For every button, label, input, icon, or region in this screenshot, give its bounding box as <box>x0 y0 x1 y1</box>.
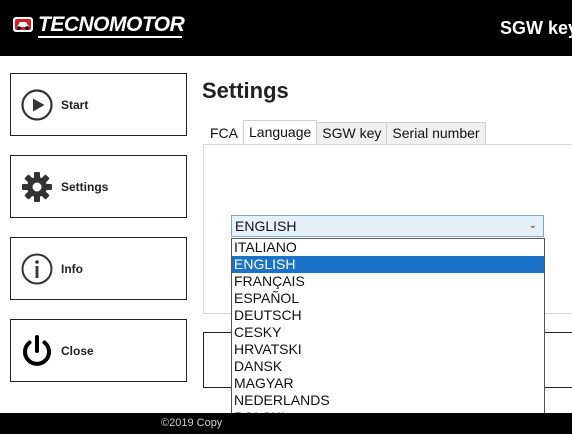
tab-language[interactable]: Language <box>243 120 318 144</box>
language-option-francais[interactable]: FRANÇAIS <box>232 273 544 290</box>
language-option-dansk[interactable]: DANSK <box>232 358 544 375</box>
info-circle-icon <box>19 251 55 287</box>
brand-name: TECNOMOTOR <box>38 13 185 36</box>
tab-fca[interactable]: FCA <box>204 122 244 144</box>
language-select[interactable]: ENGLISH ⌄ <box>231 215 544 237</box>
tecnomotor-logo: TECNOMOTOR <box>12 12 185 38</box>
info-label: Info <box>61 261 83 276</box>
language-option-italiano[interactable]: ITALIANO <box>232 239 544 256</box>
copyright-text: ©2019 Copy <box>161 417 223 429</box>
settings-tabs: FCA Language SGW key Serial number <box>204 120 486 144</box>
app-footer: ©2019 Copy <box>0 413 572 434</box>
language-option-espanol[interactable]: ESPAÑOL <box>232 290 544 307</box>
settings-label: Settings <box>61 179 109 194</box>
gear-icon <box>19 169 55 205</box>
language-option-hrvatski[interactable]: HRVATSKI <box>232 341 544 358</box>
settings-button[interactable]: Settings <box>10 155 187 218</box>
power-icon <box>19 333 55 369</box>
language-option-nederlands[interactable]: NEDERLANDS <box>232 392 544 409</box>
play-circle-icon <box>19 87 55 123</box>
language-select-value: ENGLISH <box>235 218 297 234</box>
start-button[interactable]: Start <box>10 73 187 136</box>
info-button[interactable]: Info <box>10 237 187 300</box>
close-button[interactable]: Close <box>10 319 187 382</box>
product-title: SGW key <box>499 18 572 38</box>
language-option-cesky[interactable]: CESKY <box>232 324 544 341</box>
chevron-down-icon: ⌄ <box>528 220 537 231</box>
language-option-deutsch[interactable]: DEUTSCH <box>232 307 544 324</box>
tab-serial-number[interactable]: Serial number <box>386 122 486 144</box>
close-label: Close <box>61 343 94 358</box>
language-option-english[interactable]: ENGLISH <box>232 256 544 273</box>
language-option-magyar[interactable]: MAGYAR <box>232 375 544 392</box>
page-title: Settings <box>202 78 289 103</box>
language-options-list[interactable]: ITALIANO ENGLISH FRANÇAIS ESPAÑOL DEUTSC… <box>231 238 545 434</box>
car-emblem-icon <box>12 14 36 36</box>
tab-sgw-key[interactable]: SGW key <box>316 122 388 144</box>
start-label: Start <box>61 97 89 112</box>
logo-underline <box>38 36 183 38</box>
app-header: TECNOMOTOR SGW key <box>0 0 572 56</box>
